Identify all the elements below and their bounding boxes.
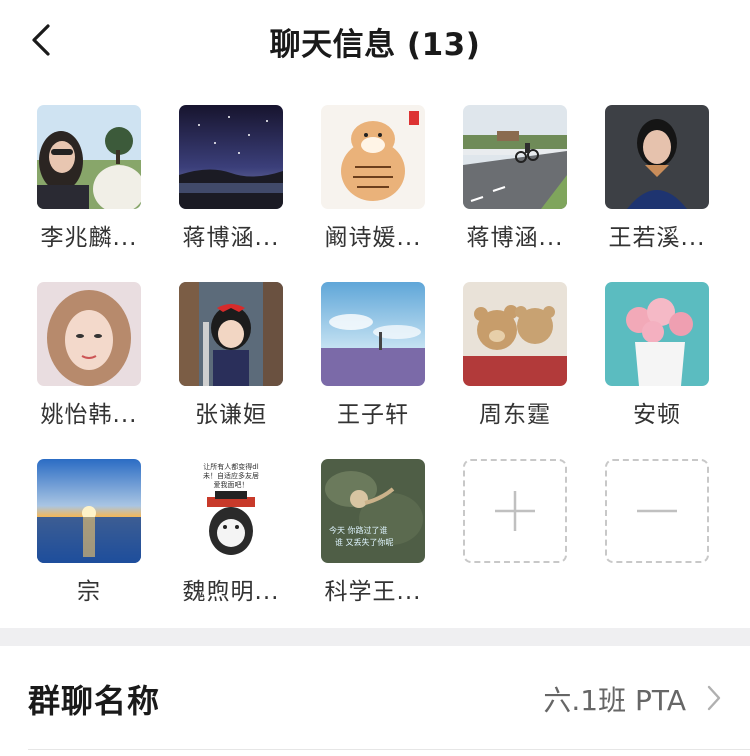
chevron-right-icon <box>706 684 722 716</box>
group-name-row[interactable]: 群聊名称 六.1班 PTA <box>0 646 750 750</box>
avatar <box>37 282 141 386</box>
member-item[interactable]: 王若溪... <box>586 105 728 252</box>
avatar <box>321 105 425 209</box>
teddy-bears-photo <box>463 282 567 386</box>
member-item[interactable]: 王子轩 <box>302 282 444 429</box>
member-item[interactable]: 姚怡韩... <box>18 282 160 429</box>
member-name: 安顿 <box>633 402 681 428</box>
avatar <box>179 105 283 209</box>
group-name-label: 群聊名称 <box>28 682 161 720</box>
header: 聊天信息 (13) <box>0 0 750 80</box>
member-name: 李兆麟... <box>40 225 138 251</box>
plus-icon <box>495 491 535 531</box>
woman-portrait-photo <box>605 105 709 209</box>
sea-sunset-photo <box>37 459 141 563</box>
member-item[interactable]: 蒋博涵... <box>444 105 586 252</box>
avatar-text: 让所有人都变得dl <box>203 462 258 471</box>
member-item[interactable]: 今天 你路过了谁 谁 又丢失了你呢 科学王... <box>302 459 444 606</box>
section-separator <box>0 628 750 646</box>
avatar-text: 爱我面吧！ <box>214 480 249 489</box>
avatar: 让所有人都变得dl 未！自适应多友居 爱我面吧！ <box>179 459 283 563</box>
anime-girl-train-image <box>179 282 283 386</box>
member-item[interactable]: 阚诗媛... <box>302 105 444 252</box>
remove-member-button[interactable] <box>586 459 728 606</box>
group-name-value: 六.1班 PTA <box>543 684 686 717</box>
member-grid: 李兆麟... 蒋博涵... 阚诗媛... 蒋博涵... 王若溪... 姚怡韩..… <box>18 105 730 606</box>
member-name: 蒋博涵... <box>466 225 564 251</box>
avatar <box>179 282 283 386</box>
avatar: 今天 你路过了谁 谁 又丢失了你呢 <box>321 459 425 563</box>
member-name: 蒋博涵... <box>182 225 280 251</box>
member-name: 张谦姮 <box>195 402 267 428</box>
avatar <box>321 282 425 386</box>
member-name: 王子轩 <box>337 402 409 428</box>
member-item[interactable]: 李兆麟... <box>18 105 160 252</box>
avatar <box>463 282 567 386</box>
member-item[interactable]: 让所有人都变得dl 未！自适应多友居 爱我面吧！ 魏煦明... <box>160 459 302 606</box>
lavender-field-photo <box>321 282 425 386</box>
pink-roses-vase-photo <box>605 282 709 386</box>
member-name: 姚怡韩... <box>40 402 138 428</box>
cartoon-cat-with-hat: 让所有人都变得dl 未！自适应多友居 爱我面吧！ <box>179 459 283 563</box>
snail-on-rock-photo: 今天 你路过了谁 谁 又丢失了你呢 <box>321 459 425 563</box>
minus-icon <box>637 509 677 513</box>
remove-member-tile[interactable] <box>605 459 709 563</box>
member-item[interactable]: 周东霆 <box>444 282 586 429</box>
starry-night-photo <box>179 105 283 209</box>
member-name: 科学王... <box>324 579 422 605</box>
cartoon-tiger-drawing <box>321 105 425 209</box>
avatar-text: 未！自适应多友居 <box>203 471 259 480</box>
member-item[interactable]: 蒋博涵... <box>160 105 302 252</box>
avatar <box>463 105 567 209</box>
avatar <box>605 282 709 386</box>
member-name: 周东霆 <box>479 402 551 428</box>
avatar-text: 今天 你路过了谁 <box>329 525 388 535</box>
member-name: 宗 <box>77 579 101 605</box>
member-name: 魏煦明... <box>182 579 280 605</box>
avatar <box>37 105 141 209</box>
cyclist-road-photo <box>463 105 567 209</box>
member-item[interactable]: 张谦姮 <box>160 282 302 429</box>
member-name: 王若溪... <box>608 225 706 251</box>
member-item[interactable]: 宗 <box>18 459 160 606</box>
page-title: 聊天信息 (13) <box>269 27 481 63</box>
add-member-button[interactable] <box>444 459 586 606</box>
avatar-text: 谁 又丢失了你呢 <box>335 537 394 547</box>
avatar <box>605 105 709 209</box>
divider <box>28 749 750 750</box>
woman-selfie-photo <box>37 282 141 386</box>
woman-with-alpaca-photo <box>37 105 141 209</box>
member-name: 阚诗媛... <box>324 225 422 251</box>
member-item[interactable]: 安顿 <box>586 282 728 429</box>
avatar <box>37 459 141 563</box>
add-member-tile[interactable] <box>463 459 567 563</box>
